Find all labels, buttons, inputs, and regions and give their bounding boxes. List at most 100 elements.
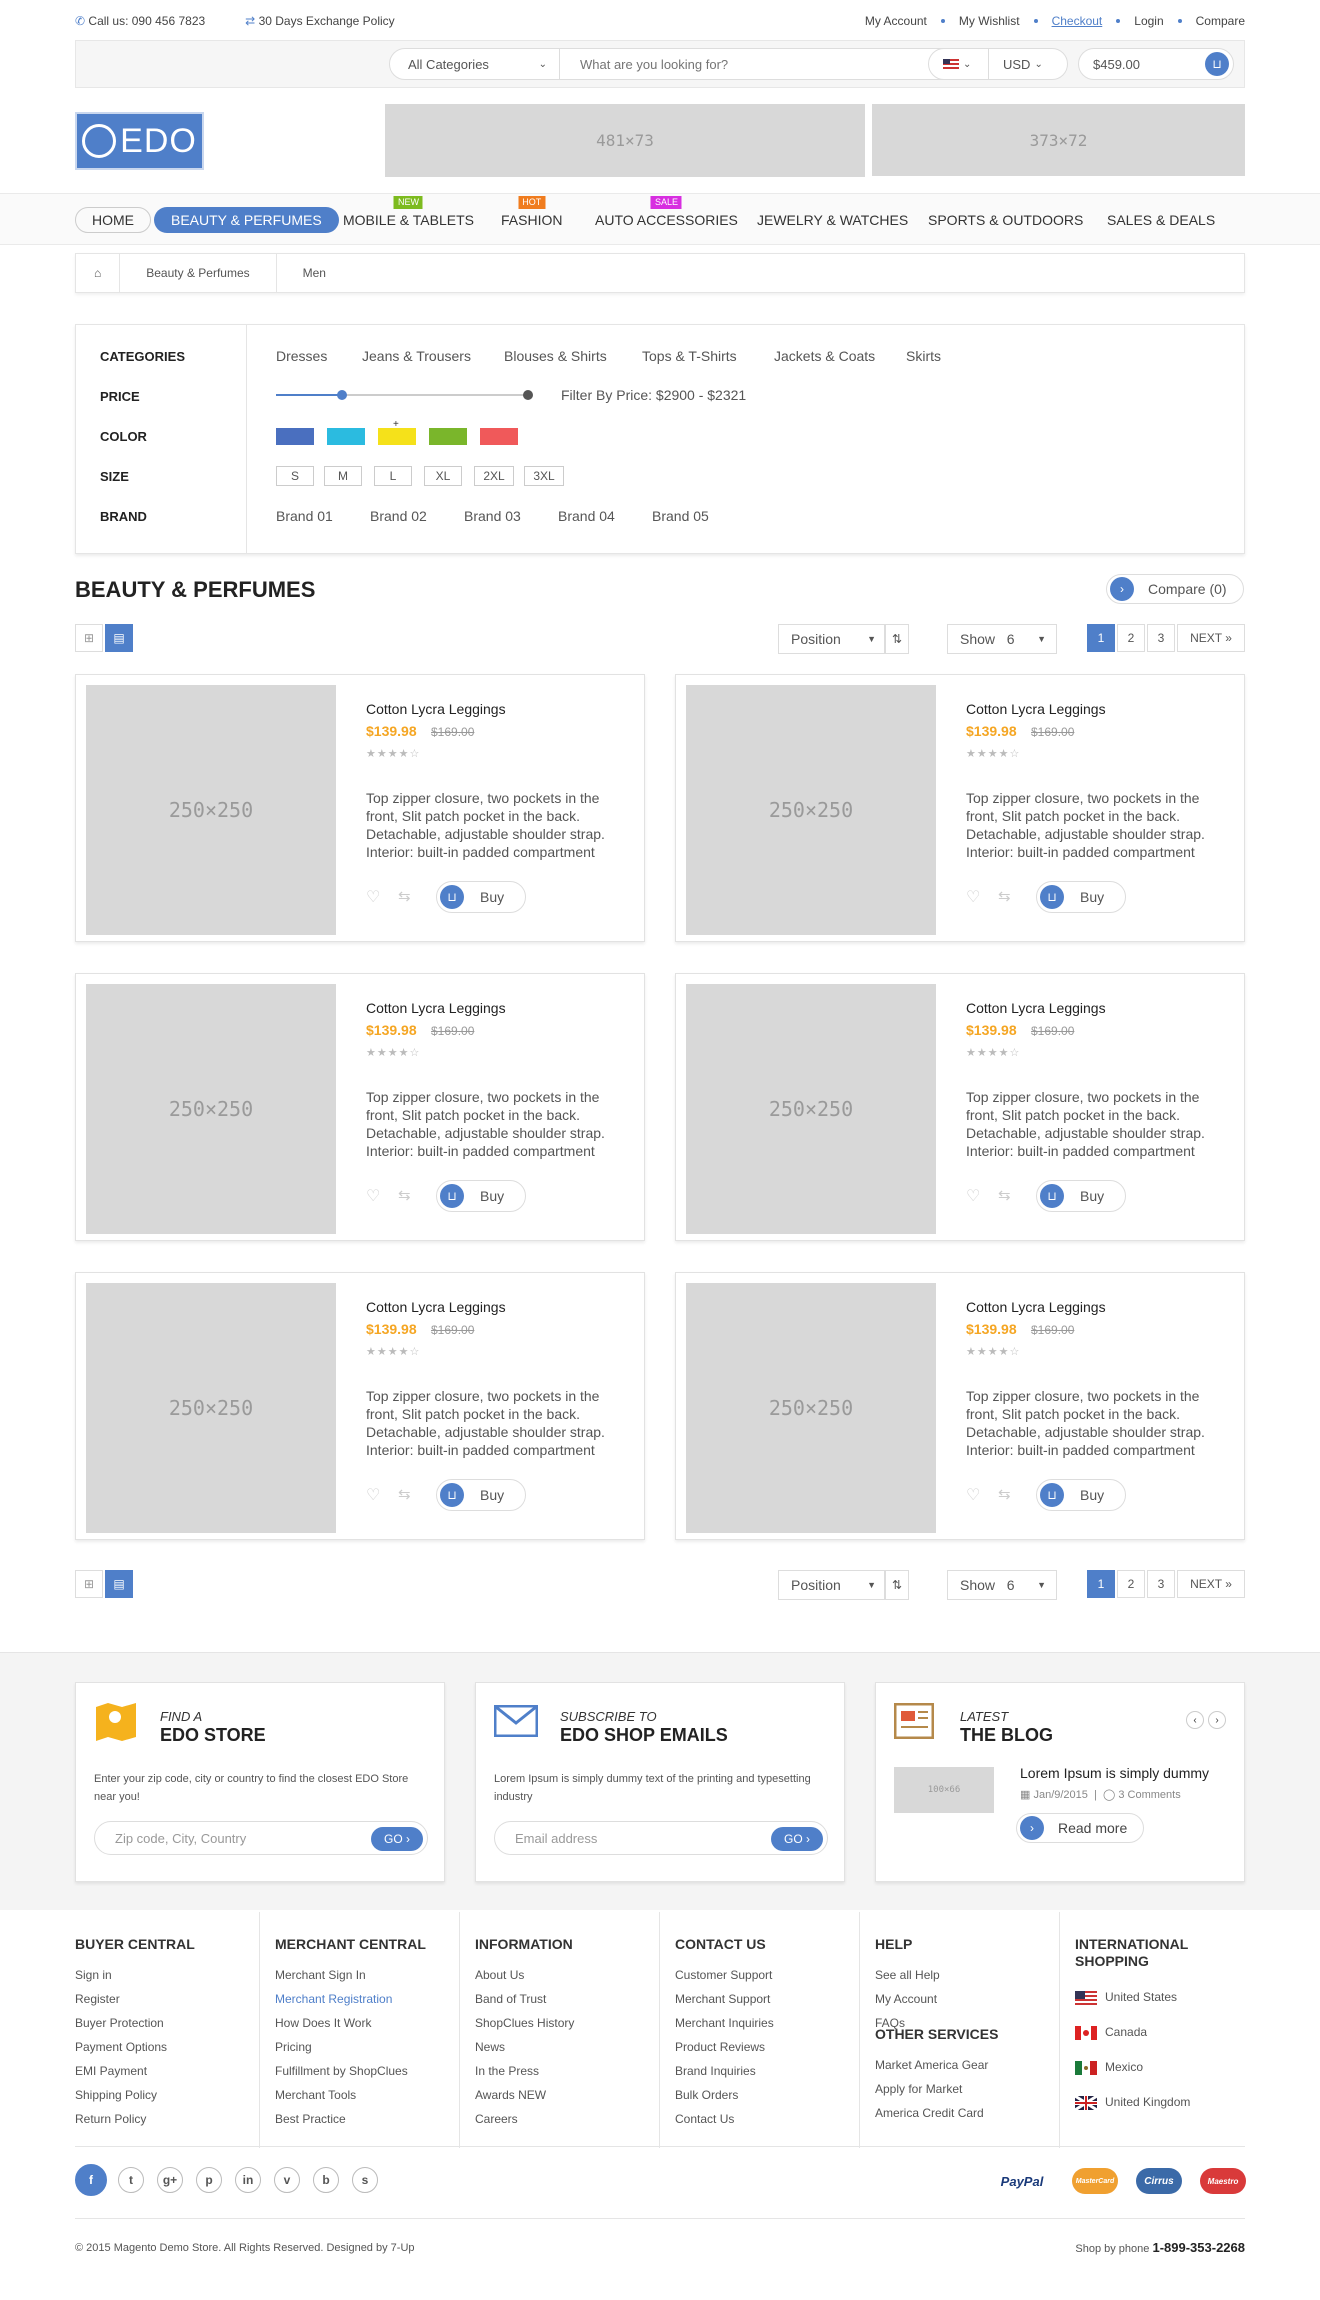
- buy-button[interactable]: ⊔ Buy: [1036, 1479, 1126, 1511]
- footer-link[interactable]: ShopClues History: [475, 2011, 665, 2035]
- product-image[interactable]: 250×250: [686, 984, 936, 1234]
- buy-button[interactable]: ⊔ Buy: [1036, 1180, 1126, 1212]
- footer-link[interactable]: Merchant Inquiries: [675, 2011, 865, 2035]
- heart-icon[interactable]: ♡: [966, 1485, 980, 1505]
- header-banner[interactable]: 481×73: [385, 104, 865, 177]
- nav-item-sports-outdoors[interactable]: SPORTS & OUTDOORS: [911, 207, 1100, 233]
- product-image[interactable]: 250×250: [686, 1283, 936, 1533]
- footer-link[interactable]: Sign in: [75, 1963, 265, 1987]
- home-icon[interactable]: ⌂: [76, 254, 121, 292]
- country-mexico[interactable]: Mexico: [1075, 2050, 1265, 2085]
- product-name[interactable]: Cotton Lycra Leggings: [966, 701, 1106, 717]
- price-slider-max-handle[interactable]: [523, 390, 533, 400]
- footer-link[interactable]: Register: [75, 1987, 265, 2011]
- brand-filter[interactable]: Brand 04: [558, 508, 615, 524]
- my-wishlist-link[interactable]: My Wishlist: [959, 14, 1020, 28]
- product-card[interactable]: 250×250 Cotton Lycra Leggings $139.98 $169.…: [675, 674, 1245, 942]
- skype-icon[interactable]: s: [352, 2167, 378, 2193]
- nav-item-beauty-perfumes[interactable]: BEAUTY & PERFUMES: [154, 207, 339, 233]
- category-filter[interactable]: Blouses & Shirts: [504, 348, 607, 364]
- footer-link[interactable]: My Account: [875, 1987, 1065, 2011]
- heart-icon[interactable]: ♡: [966, 1186, 980, 1206]
- list-view-icon[interactable]: ▤: [105, 1570, 133, 1598]
- compare-link[interactable]: Compare: [1196, 14, 1245, 28]
- buy-button[interactable]: ⊔ Buy: [436, 881, 526, 913]
- blog-post-title[interactable]: Lorem Ipsum is simply dummy: [1020, 1765, 1209, 1781]
- product-image[interactable]: 250×250: [86, 984, 336, 1234]
- heart-icon[interactable]: ♡: [966, 887, 980, 907]
- show-select[interactable]: Show 6 ▼: [947, 1570, 1057, 1600]
- page-button[interactable]: 1: [1087, 624, 1115, 652]
- product-card[interactable]: 250×250 Cotton Lycra Leggings $139.98 $169.…: [675, 973, 1245, 1241]
- size-option[interactable]: S: [276, 466, 314, 486]
- footer-link[interactable]: Payment Options: [75, 2035, 265, 2059]
- sort-direction-icon[interactable]: ⇅: [885, 1570, 909, 1600]
- page-button[interactable]: 3: [1147, 624, 1175, 652]
- twitter-icon[interactable]: t: [118, 2167, 144, 2193]
- show-select[interactable]: Show 6 ▼: [947, 624, 1057, 654]
- login-link[interactable]: Login: [1134, 14, 1163, 28]
- page-button[interactable]: 2: [1117, 624, 1145, 652]
- footer-link[interactable]: See all Help: [875, 1963, 1065, 1987]
- category-filter[interactable]: Jeans & Trousers: [362, 348, 471, 364]
- sort-select[interactable]: Position ▼: [778, 1570, 885, 1600]
- product-name[interactable]: Cotton Lycra Leggings: [966, 1299, 1106, 1315]
- chevron-right-icon[interactable]: ›: [1208, 1711, 1226, 1729]
- footer-link[interactable]: Merchant Sign In: [275, 1963, 465, 1987]
- buy-button[interactable]: ⊔ Buy: [436, 1180, 526, 1212]
- compare-icon[interactable]: ⇆: [998, 887, 1011, 905]
- exchange-policy[interactable]: ⇄ 30 Days Exchange Policy: [245, 14, 394, 28]
- pinterest-icon[interactable]: p: [196, 2167, 222, 2193]
- brand-filter[interactable]: Brand 01: [276, 508, 333, 524]
- site-logo[interactable]: EDO: [75, 112, 204, 170]
- heart-icon[interactable]: ♡: [366, 1186, 380, 1206]
- product-name[interactable]: Cotton Lycra Leggings: [366, 1000, 506, 1016]
- footer-link[interactable]: About Us: [475, 1963, 665, 1987]
- product-card[interactable]: 250×250 Cotton Lycra Leggings $139.98 $169.…: [75, 674, 645, 942]
- brand-filter[interactable]: Brand 03: [464, 508, 521, 524]
- nav-item-fashion[interactable]: HOT FASHION: [484, 196, 579, 233]
- heart-icon[interactable]: ♡: [366, 1485, 380, 1505]
- footer-link[interactable]: America Credit Card: [875, 2101, 1065, 2125]
- zip-code-input[interactable]: Zip code, City, Country GO ›: [94, 1821, 428, 1855]
- header-banner[interactable]: 373×72: [872, 104, 1245, 176]
- product-image[interactable]: 250×250: [86, 685, 336, 935]
- next-page-button[interactable]: NEXT »: [1177, 624, 1245, 652]
- size-option[interactable]: 3XL: [524, 466, 564, 486]
- page-button[interactable]: 1: [1087, 1570, 1115, 1598]
- compare-button[interactable]: › Compare (0): [1106, 574, 1244, 604]
- size-option[interactable]: 2XL: [474, 466, 514, 486]
- product-card[interactable]: 250×250 Cotton Lycra Leggings $139.98 $169.…: [75, 1272, 645, 1540]
- footer-link[interactable]: Pricing: [275, 2035, 465, 2059]
- color-swatch[interactable]: [378, 428, 416, 445]
- footer-link[interactable]: Awards NEW: [475, 2083, 665, 2107]
- brand-filter[interactable]: Brand 02: [370, 508, 427, 524]
- category-filter[interactable]: Jackets & Coats: [774, 348, 875, 364]
- footer-link[interactable]: Apply for Market: [875, 2077, 1065, 2101]
- size-option[interactable]: XL: [424, 466, 462, 486]
- next-page-button[interactable]: NEXT »: [1177, 1570, 1245, 1598]
- footer-link[interactable]: In the Press: [475, 2059, 665, 2083]
- product-name[interactable]: Cotton Lycra Leggings: [366, 701, 506, 717]
- footer-link[interactable]: How Does It Work: [275, 2011, 465, 2035]
- color-swatch[interactable]: [429, 428, 467, 445]
- product-image[interactable]: 250×250: [86, 1283, 336, 1533]
- size-option[interactable]: M: [324, 466, 362, 486]
- footer-link[interactable]: Band of Trust: [475, 1987, 665, 2011]
- sort-direction-icon[interactable]: ⇅: [885, 624, 909, 654]
- footer-link[interactable]: Careers: [475, 2107, 665, 2131]
- my-account-link[interactable]: My Account: [865, 14, 927, 28]
- currency-select[interactable]: USD ⌄: [989, 57, 1043, 72]
- chevron-left-icon[interactable]: ‹: [1186, 1711, 1204, 1729]
- product-name[interactable]: Cotton Lycra Leggings: [966, 1000, 1106, 1016]
- footer-link[interactable]: Market America Gear: [875, 2053, 1065, 2077]
- google-plus-icon[interactable]: g+: [157, 2167, 183, 2193]
- breadcrumb-item[interactable]: Beauty & Perfumes: [120, 254, 277, 292]
- cart-button[interactable]: $459.00 ⊔: [1078, 48, 1234, 80]
- country-us[interactable]: United States: [1075, 1980, 1265, 2015]
- nav-item-auto-accessories[interactable]: SALE AUTO ACCESSORIES: [578, 196, 755, 233]
- size-option[interactable]: L: [374, 466, 412, 486]
- footer-link[interactable]: Brand Inquiries: [675, 2059, 865, 2083]
- footer-link[interactable]: Product Reviews: [675, 2035, 865, 2059]
- nav-item-mobile-tablets[interactable]: NEW MOBILE & TABLETS: [326, 196, 491, 233]
